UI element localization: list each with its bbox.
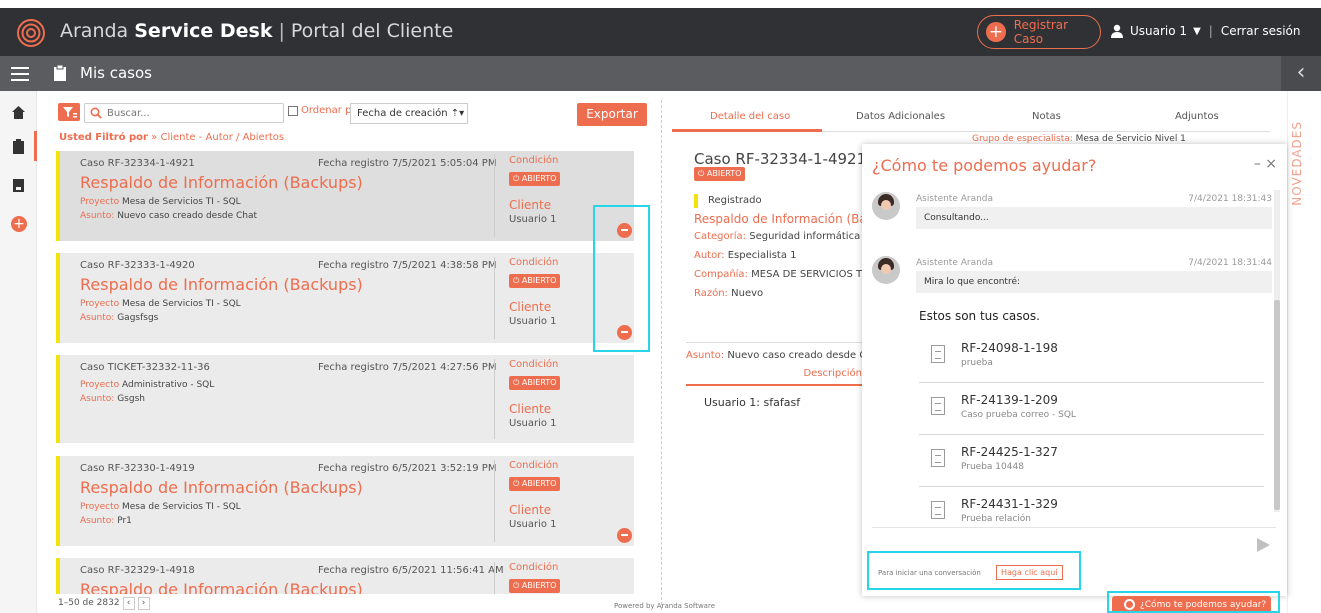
- tab-descripcion[interactable]: Descripción: [686, 368, 872, 386]
- chat-case-item[interactable]: RF-24425-1-327 Prueba 10448: [919, 435, 1264, 487]
- document-icon: [931, 449, 945, 467]
- next-page-button[interactable]: ›: [137, 597, 150, 610]
- powered-by: Powered by Aranda Software: [614, 602, 716, 610]
- case-status-column: Condición ⏻ ABIERTO: [494, 562, 561, 594]
- checkbox[interactable]: [288, 105, 298, 116]
- book-icon[interactable]: [11, 178, 26, 193]
- pagination: 1–50 de 2832 ‹ ›: [58, 597, 150, 610]
- case-status-column: Condición ⏻ ABIERTO Cliente Usuario 1: [494, 359, 561, 439]
- send-icon[interactable]: [1257, 538, 1270, 552]
- status-badge: ⏻ ABIERTO: [694, 167, 746, 181]
- chat-case-item[interactable]: RF-24431-1-329 Prueba relación: [919, 487, 1264, 523]
- tab-detalle[interactable]: Detalle del caso: [710, 111, 790, 122]
- filter-summary: Usted Filtró por » Cliente - Autor / Abi…: [59, 132, 285, 143]
- case-card[interactable]: Caso TICKET-32332-11-36 Fecha registro 7…: [56, 355, 634, 443]
- tab-datos-adicionales[interactable]: Datos Adicionales: [856, 111, 945, 122]
- detail-tabs: Detalle del caso Datos Adicionales Notas…: [672, 104, 1270, 132]
- user-menu[interactable]: Usuario 1 ▼ | Cerrar sesión: [1110, 24, 1301, 38]
- aranda-logo-icon: [17, 19, 45, 47]
- case-list-panel: Ordenar por Fecha de creación ⇡▾ Exporta…: [52, 100, 652, 610]
- status-badge: ⏻ ABIERTO: [509, 274, 561, 288]
- chat-case-item[interactable]: RF-24098-1-198 prueba: [919, 331, 1264, 383]
- highlight-chat-icons: [593, 205, 650, 352]
- logout-link[interactable]: Cerrar sesión: [1221, 24, 1301, 38]
- home-icon[interactable]: [11, 105, 26, 120]
- clipboard-icon: [54, 65, 66, 81]
- case-status-column: Condición ⏻ ABIERTO Cliente Usuario 1: [494, 460, 561, 542]
- clipboard-icon[interactable]: [11, 139, 26, 154]
- hamburger-menu-icon[interactable]: [11, 67, 29, 81]
- filter-icon: [63, 107, 77, 118]
- chat-window-controls[interactable]: – ×: [1254, 156, 1277, 172]
- cases-header: Estos son tus casos.: [919, 309, 1040, 323]
- document-icon: [931, 501, 945, 519]
- chat-widget: ¿Cómo te podemos ayudar? – × Asistente A…: [862, 144, 1287, 596]
- search-input[interactable]: [107, 106, 277, 120]
- plus-icon: +: [986, 22, 1006, 42]
- status-badge: ⏻ ABIERTO: [509, 579, 561, 593]
- side-nav: +: [0, 91, 37, 613]
- chat-scrollbar[interactable]: [1274, 190, 1280, 512]
- document-icon: [931, 397, 945, 415]
- document-icon: [931, 345, 945, 363]
- filter-button[interactable]: [58, 103, 80, 121]
- highlight-start-link: [867, 551, 1081, 590]
- tab-notas[interactable]: Notas: [1032, 111, 1061, 122]
- case-number: Caso RF-32334-1-4921: [694, 150, 867, 168]
- chevron-left-icon[interactable]: ‹: [1281, 56, 1321, 91]
- search-box: [84, 103, 284, 123]
- status-badge: ⏻ ABIERTO: [509, 477, 561, 491]
- chat-case-item[interactable]: RF-24139-1-209 Caso prueba correo - SQL: [919, 383, 1264, 435]
- status-badge: ⏻ ABIERTO: [509, 376, 561, 390]
- sub-bar: Mis casos ‹: [0, 56, 1321, 91]
- case-card[interactable]: Caso RF-32329-1-4918 Fecha registro 6/5/…: [56, 558, 634, 594]
- status-badge: ⏻ ABIERTO: [509, 172, 561, 186]
- prev-page-button[interactable]: ‹: [122, 597, 135, 610]
- case-card[interactable]: Caso RF-32330-1-4919 Fecha registro 6/5/…: [56, 456, 634, 546]
- case-card[interactable]: Caso RF-32333-1-4920 Fecha registro 7/5/…: [56, 253, 634, 343]
- top-bar: Aranda Service Desk | Portal del Cliente +…: [0, 8, 1321, 56]
- sort-select[interactable]: Fecha de creación ⇡▾: [350, 103, 468, 124]
- assistant-avatar: [872, 256, 900, 284]
- chat-title: ¿Cómo te podemos ayudar?: [872, 156, 1097, 175]
- search-icon: [90, 107, 102, 119]
- assistant-avatar: [872, 192, 900, 220]
- chat-bubble-icon[interactable]: [617, 528, 632, 543]
- export-button[interactable]: Exportar: [577, 103, 647, 126]
- case-card[interactable]: Caso RF-32334-1-4921 Fecha registro 7/5/…: [56, 151, 634, 241]
- novedades-panel[interactable]: NOVEDADES: [1287, 91, 1321, 613]
- tab-adjuntos[interactable]: Adjuntos: [1175, 111, 1219, 122]
- brand-title: Aranda Service Desk | Portal del Cliente: [60, 20, 454, 42]
- page-title: Mis casos: [80, 64, 152, 82]
- add-icon[interactable]: +: [11, 216, 27, 232]
- caret-down-icon[interactable]: ▼: [1193, 26, 1201, 37]
- user-icon: [1111, 24, 1123, 38]
- active-indicator: [34, 131, 37, 161]
- register-case-button[interactable]: + Registrar Caso: [977, 15, 1101, 49]
- case-status-column: Condición ⏻ ABIERTO Cliente Usuario 1: [494, 257, 561, 339]
- panel-divider: [661, 100, 662, 610]
- highlight-help-button: [1107, 591, 1280, 613]
- case-status-column: Condición ⏻ ABIERTO Cliente Usuario 1: [494, 155, 561, 237]
